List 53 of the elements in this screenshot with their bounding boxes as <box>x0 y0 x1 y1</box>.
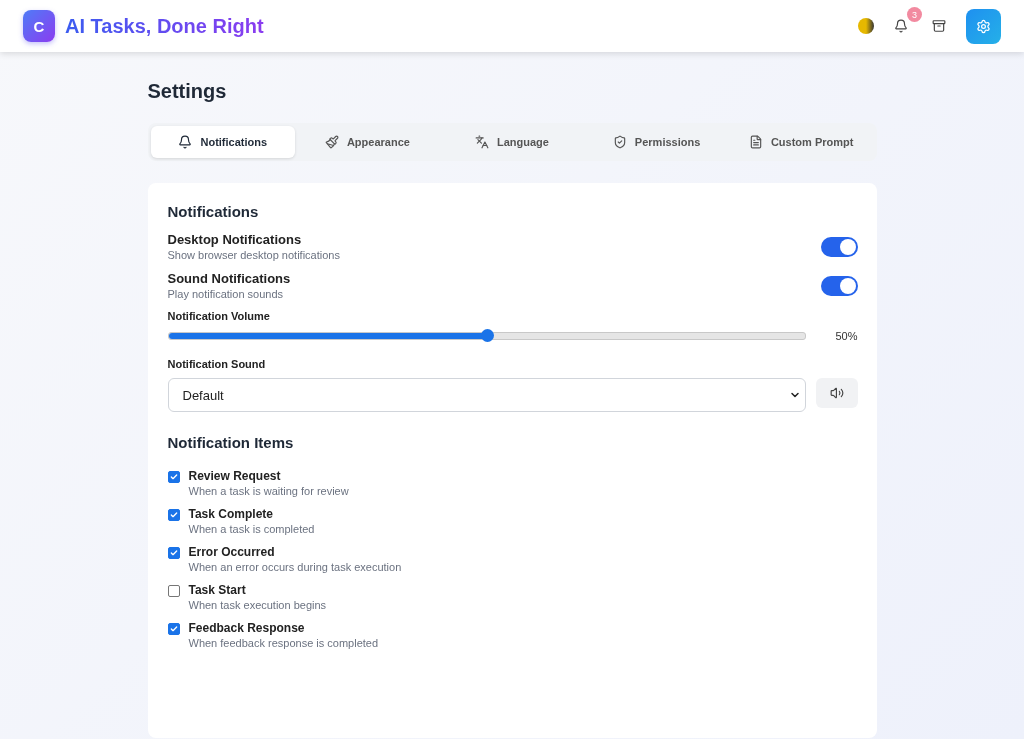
settings-tab[interactable]: Custom Prompt <box>728 126 874 158</box>
bell-icon <box>894 19 908 33</box>
settings-tab[interactable]: Language <box>439 126 585 158</box>
check-icon <box>169 549 178 557</box>
checkbox[interactable] <box>167 585 180 597</box>
document-icon <box>748 135 763 149</box>
toggle-switch[interactable] <box>820 275 858 296</box>
notification-badge: 3 <box>907 7 922 22</box>
setting-label: Sound Notifications <box>167 271 291 286</box>
shield-check-icon <box>612 135 627 149</box>
checkbox[interactable] <box>167 623 180 635</box>
settings-tab[interactable]: Notifications <box>150 126 296 158</box>
item-description: When task execution begins <box>188 599 327 611</box>
item-description: When a task is completed <box>188 523 315 535</box>
theme-toggle-icon[interactable] <box>858 18 874 34</box>
play-sound-button[interactable] <box>815 378 858 408</box>
section-title: Notifications <box>167 203 260 220</box>
item-description: When a task is waiting for review <box>188 485 349 497</box>
translate-icon <box>475 135 489 149</box>
archive-icon <box>932 19 946 33</box>
item-label: Task Start <box>188 583 247 597</box>
settings-button[interactable] <box>966 8 1001 44</box>
settings-tab[interactable]: Permissions <box>584 126 729 158</box>
sound-label: Notification Sound <box>167 358 267 370</box>
slider-thumb[interactable] <box>480 329 494 342</box>
item-label: Review Request <box>188 469 282 483</box>
item-label: Error Occurred <box>188 545 276 559</box>
page-title: Settings <box>147 80 228 103</box>
volume-label: Notification Volume <box>167 310 271 322</box>
checkbox[interactable] <box>167 471 180 483</box>
bell-icon <box>178 135 193 149</box>
toggle-switch[interactable] <box>820 236 858 257</box>
speaker-icon <box>829 386 844 400</box>
section-title: Notification Items <box>167 434 295 451</box>
setting-description: Play notification sounds <box>167 288 285 300</box>
app-logo: C <box>23 10 55 42</box>
item-description: When feedback response is completed <box>188 637 379 649</box>
checkbox[interactable] <box>167 509 180 521</box>
check-icon <box>169 511 178 519</box>
setting-label: Desktop Notifications <box>167 232 303 247</box>
settings-tab[interactable]: Appearance <box>295 126 440 158</box>
item-description: When an error occurs during task execution <box>188 561 402 573</box>
volume-slider[interactable] <box>167 332 806 340</box>
brush-icon <box>324 135 339 149</box>
volume-reading: 50% <box>834 330 858 342</box>
item-label: Task Complete <box>188 507 274 521</box>
checkbox[interactable] <box>167 547 180 559</box>
settings-icon <box>976 18 991 34</box>
sound-select[interactable]: Default <box>167 378 806 412</box>
check-icon <box>169 625 178 633</box>
check-icon <box>169 473 178 481</box>
item-label: Feedback Response <box>188 621 306 635</box>
setting-description: Show browser desktop notifications <box>167 249 340 261</box>
